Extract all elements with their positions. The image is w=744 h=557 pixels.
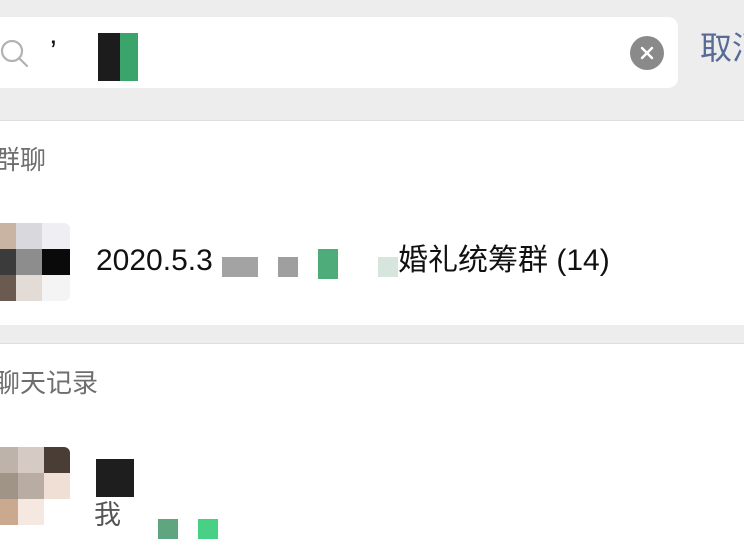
chats-section-header: 聊天记录	[0, 343, 744, 424]
chat-snippet: 我	[94, 500, 121, 530]
groups-section-header: 群聊	[0, 120, 744, 200]
cancel-button[interactable]: 取消	[700, 28, 744, 68]
group-name-redacted-block-3	[318, 249, 338, 279]
chat-avatar	[0, 447, 70, 525]
chat-snippet-redacted-block	[158, 519, 178, 539]
search-box[interactable]: ’	[0, 17, 678, 88]
group-name-redacted-block	[222, 257, 258, 277]
group-name: 2020.5.3	[96, 241, 213, 281]
group-name-suffix: 婚礼统筹群 (14)	[398, 244, 610, 277]
group-result-item[interactable]: 2020.5.3 婚礼统筹群 (14)	[0, 199, 744, 325]
query-redacted-block	[98, 33, 138, 81]
group-name-redacted-block-4	[378, 257, 398, 277]
group-avatar	[0, 223, 70, 301]
section-divider	[0, 325, 744, 343]
clear-search-button[interactable]	[630, 36, 664, 70]
clear-icon	[640, 46, 654, 60]
group-name-redacted-block-2	[278, 257, 298, 277]
search-input[interactable]: ’	[50, 33, 57, 71]
chats-section-title: 聊天记录	[0, 368, 99, 398]
groups-section-title: 群聊	[0, 145, 47, 175]
group-name-date: 2020.5.3	[96, 244, 213, 277]
search-icon	[0, 39, 29, 68]
search-bar-row: ’ 取消	[0, 0, 744, 120]
chat-snippet-redacted-block-2	[198, 519, 218, 539]
chat-result-item[interactable]: 我	[0, 423, 744, 557]
chat-title-redacted-block	[96, 459, 134, 497]
